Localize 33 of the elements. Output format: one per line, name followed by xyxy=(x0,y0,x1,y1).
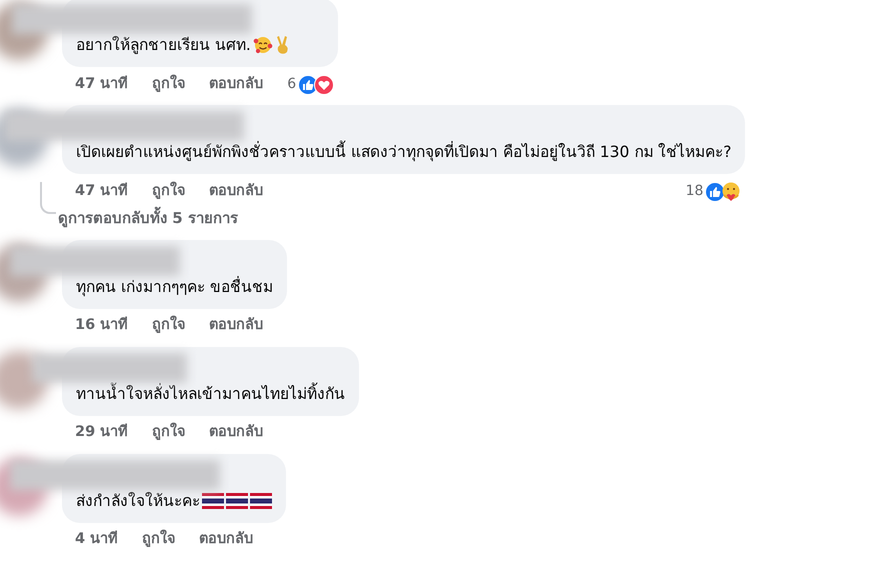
timestamp: 29 นาที xyxy=(75,422,128,442)
comment-text: ทุกคน เก่งมากๆๆคะ ขอชื่นชม xyxy=(76,275,273,298)
reaction-count: 6 xyxy=(287,75,296,94)
comment-text: เปิดเผยตำแหน่งศูนย์พักพิงชั่วคราวแบบนี้ แสดงว่าทุกจุดที่เปิดมา คือไม่อยู่ในวิถี 130 กม ใช่ไหมคะ? xyxy=(76,139,732,165)
like-reaction-icon xyxy=(705,182,726,202)
comment-text: ทานน้ำใจหลั่งไหลเข้ามาคนไทยไม่ทิ้งกัน xyxy=(76,382,345,404)
reaction-summary[interactable]: 18 xyxy=(686,181,746,202)
like-link[interactable]: ถูกใจ xyxy=(152,74,186,96)
reply-link[interactable]: ตอบกลับ xyxy=(209,422,264,444)
reaction-count: 18 xyxy=(686,182,704,201)
reply-connector-line xyxy=(40,182,56,214)
reply-link[interactable]: ตอบกลับ xyxy=(209,74,264,96)
timestamp: 16 นาที xyxy=(75,316,128,336)
like-link[interactable]: ถูกใจ xyxy=(152,180,186,202)
reply-link[interactable]: ตอบกลับ xyxy=(199,529,254,551)
flag-icon xyxy=(202,492,224,508)
reply-link[interactable]: ตอบกลับ xyxy=(209,315,264,337)
care-reaction-icon xyxy=(721,182,742,202)
love-reaction-icon xyxy=(314,74,334,94)
reaction-summary[interactable]: 6 xyxy=(287,74,338,95)
like-link[interactable]: ถูกใจ xyxy=(142,529,176,551)
comment-text: อยากให้ลูกชายเรียน นศท. xyxy=(76,35,251,56)
flag-icon xyxy=(226,492,248,508)
comment-text: ส่งกำลังใจให้นะคะ xyxy=(76,490,200,512)
flag-icon xyxy=(250,492,272,508)
smiling-hearts-emoji-icon xyxy=(252,35,273,55)
reply-link[interactable]: ตอบกลับ xyxy=(209,180,264,202)
timestamp: 47 นาที xyxy=(75,74,128,94)
timestamp: 47 นาที xyxy=(75,182,128,201)
like-link[interactable]: ถูกใจ xyxy=(152,422,186,444)
like-link[interactable]: ถูกใจ xyxy=(152,315,186,337)
view-replies-link[interactable]: ดูการตอบกลับทั้ง 5 รายการ xyxy=(58,207,238,230)
timestamp: 4 นาที xyxy=(75,530,118,550)
